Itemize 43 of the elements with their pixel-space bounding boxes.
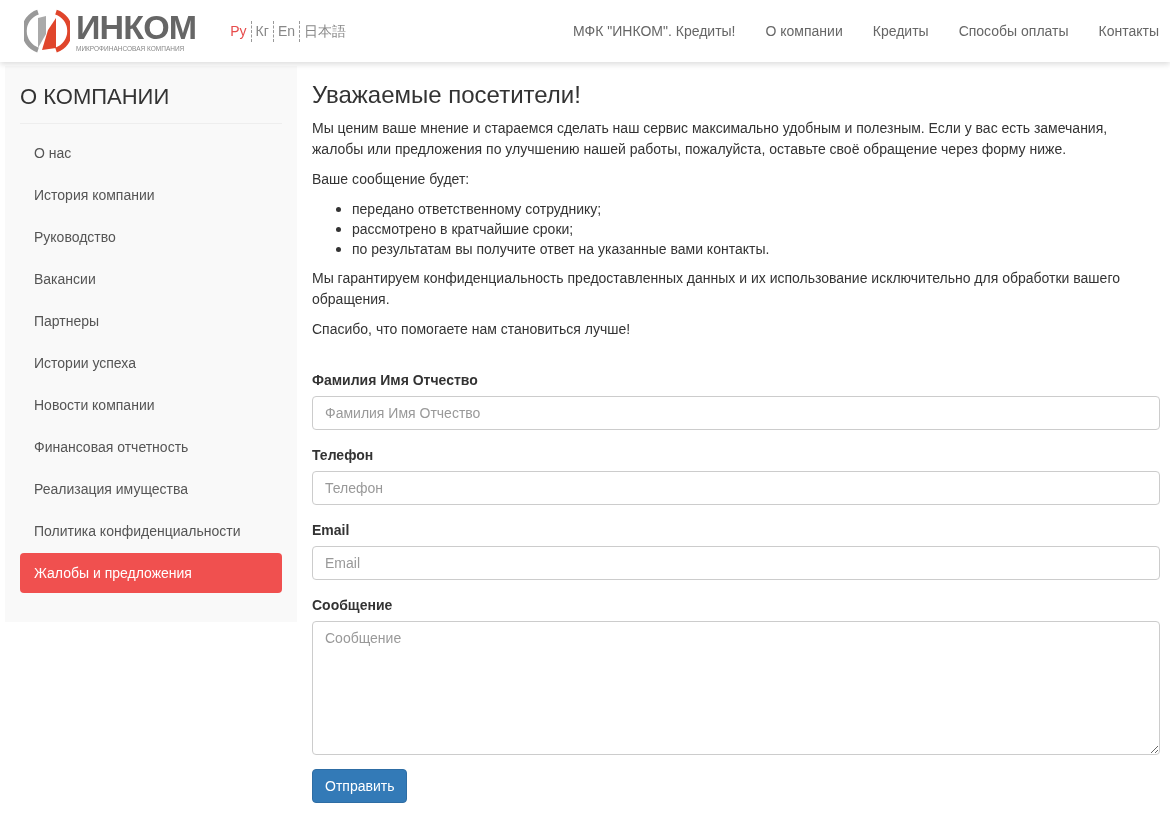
input-field[interactable]: Фамилия Имя Отчество (312, 396, 1160, 430)
sidebar-item[interactable]: Жалобы и предложения (20, 553, 282, 593)
nav-link[interactable]: О компании (765, 20, 843, 42)
privacy-paragraph: Мы гарантируем конфиденциальность предоставленных данных и их использование исключительно для обработки вашего обращения. (312, 269, 1121, 309)
nav-link[interactable]: Способы оплаты (958, 20, 1069, 42)
sidebar-title: О КОМПАНИИ (20, 80, 282, 124)
sidebar-item[interactable]: О нас (20, 133, 282, 173)
logo-wordmark: ИНКОМ (76, 9, 197, 44)
thanks-paragraph: Спасибо, что помогаете нам становиться лучше! (312, 320, 632, 339)
input-field[interactable]: Email (312, 546, 1160, 580)
sidebar-item[interactable]: Политика конфиденциальности (20, 511, 282, 551)
language-link[interactable]: 日本語 (299, 20, 346, 42)
list-item: передано ответственному сотруднику; (352, 200, 602, 219)
sidebar-item[interactable]: Истории успеха (20, 343, 282, 383)
nav-link[interactable]: Контакты (1098, 20, 1159, 42)
list-item: по результатам вы получите ответ на указанные вами контакты. (352, 240, 770, 259)
nav-link[interactable]: МФК "ИНКОМ". Кредиты! (573, 20, 736, 42)
field-label: Фамилия Имя Отчество (312, 371, 479, 390)
sidebar-item[interactable]: Вакансии (20, 259, 282, 299)
bullet-icon (336, 226, 341, 232)
language-link[interactable]: En (272, 20, 295, 42)
message-field[interactable]: Сообщение (312, 621, 1160, 755)
sidebar-item[interactable]: История компании (20, 175, 282, 215)
logo-icon (24, 8, 70, 54)
bullet-icon (336, 246, 341, 252)
sidebar-item[interactable]: Руководство (20, 217, 282, 257)
field-label: Сообщение (312, 596, 394, 615)
bullet-icon (336, 206, 341, 212)
page-heading: Уважаемые посетители! (312, 80, 582, 110)
list-intro: Ваше сообщение будет: (312, 170, 471, 189)
field-label: Телефон (312, 446, 375, 465)
intro-paragraph: Мы ценим ваше мнение и стараемся сделать наш сервис максимально удобным и полезным. Если у вас есть замечания, жалобы или предложения по улучшению нашей работы, пожалуйста, оставьте своё обращение через форму ниже. (312, 119, 1109, 159)
sidebar-item[interactable]: Финансовая отчетность (20, 427, 282, 467)
sidebar-item[interactable]: Партнеры (20, 301, 282, 341)
input-field[interactable]: Телефон (312, 471, 1160, 505)
sidebar-item[interactable]: Новости компании (20, 385, 282, 425)
nav-link[interactable]: Кредиты (872, 20, 929, 42)
list-item: рассмотрено в кратчайшие сроки; (352, 220, 574, 239)
submit-button[interactable]: Отправить (312, 769, 408, 803)
sidebar-item[interactable]: Реализация имущества (20, 469, 282, 509)
field-label: Email (312, 521, 351, 540)
language-link[interactable]: Кг (250, 20, 269, 42)
language-link[interactable]: Ру (230, 20, 247, 42)
